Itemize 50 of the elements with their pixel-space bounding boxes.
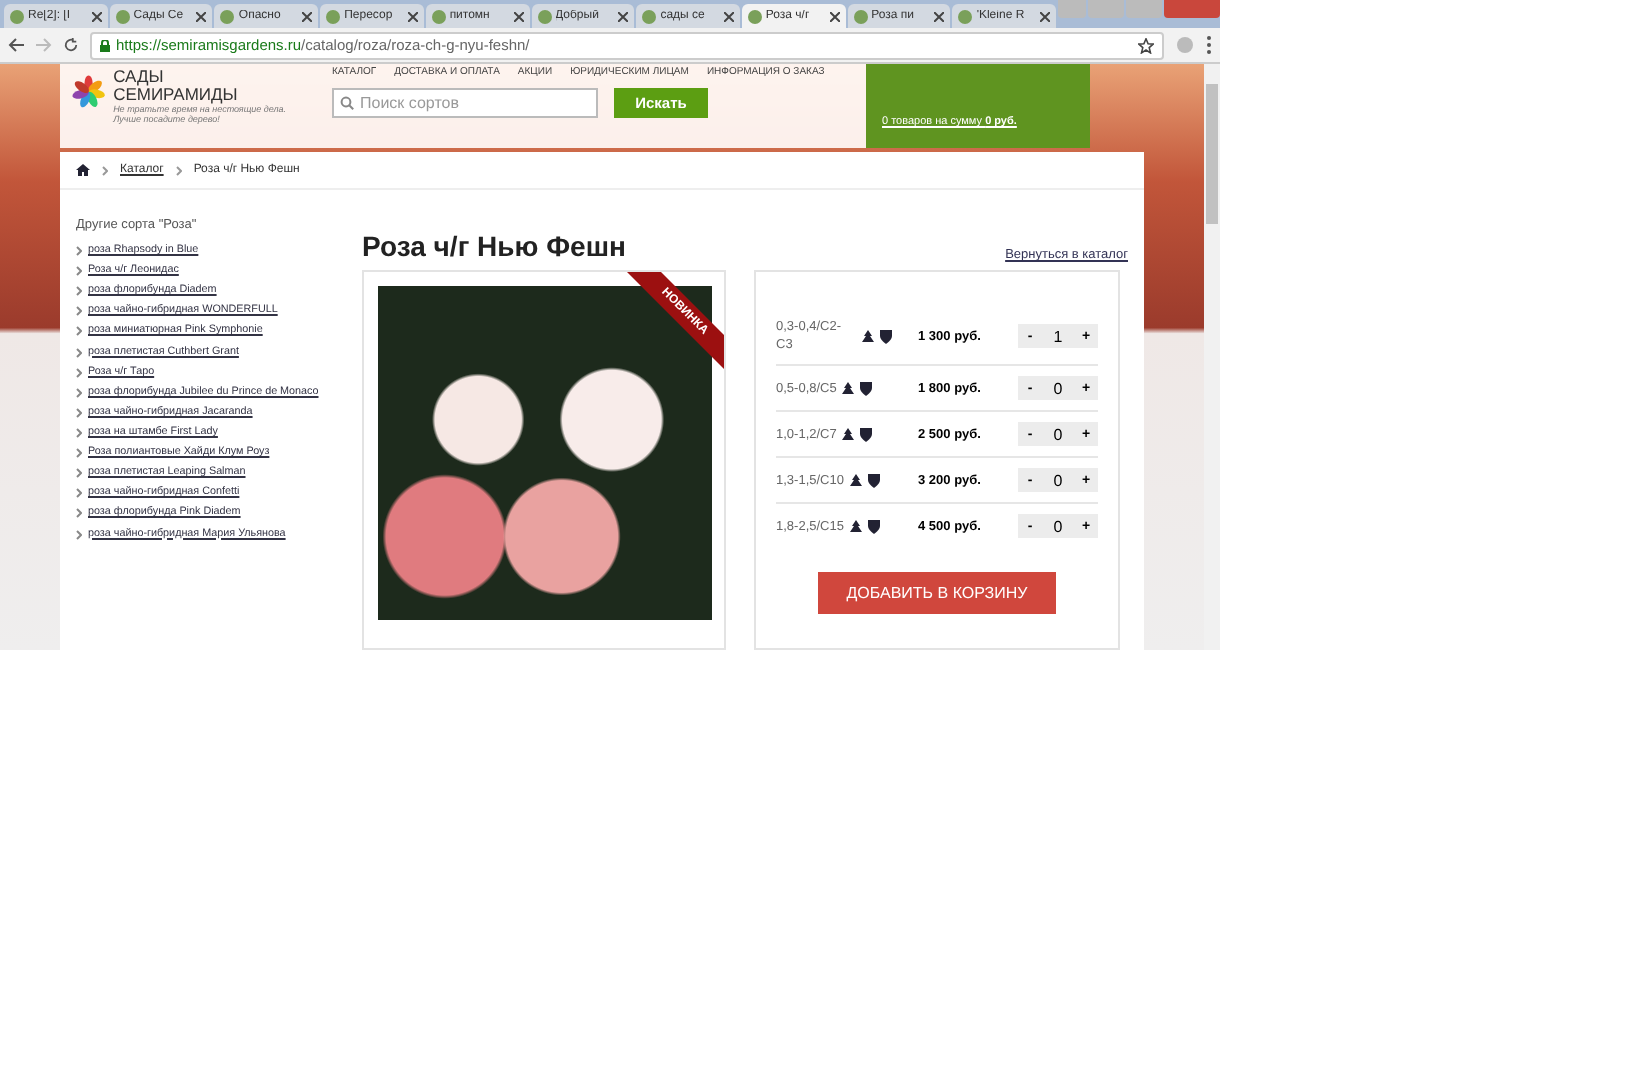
chevron-icon (175, 165, 182, 175)
logo-title: САДЫ СЕМИРАМИДЫ (113, 68, 234, 104)
tree-icon (849, 519, 862, 534)
shield-icon (867, 519, 880, 534)
close-icon[interactable] (196, 11, 207, 21)
reload-icon[interactable] (64, 38, 78, 52)
shield-icon (860, 427, 873, 442)
menu-icon[interactable] (1206, 36, 1212, 54)
close-icon[interactable] (618, 11, 629, 21)
quantity-value: 0 (1051, 379, 1065, 398)
chevron-icon (102, 165, 108, 175)
quantity-value: 1 (1051, 327, 1065, 346)
add-to-cart-button[interactable]: ДОБАВИТЬ В КОРЗИНУ (818, 572, 1056, 615)
scrollbar[interactable] (1204, 64, 1220, 650)
quantity-value: 0 (1051, 425, 1065, 444)
tree-icon (842, 427, 855, 442)
shield-icon (860, 381, 873, 396)
tree-icon (842, 381, 855, 396)
favicon-icon (958, 9, 973, 23)
favicon-icon (747, 9, 762, 23)
home-icon[interactable] (76, 164, 90, 176)
tree-icon (849, 473, 862, 488)
close-icon[interactable] (91, 11, 102, 21)
close-icon[interactable] (513, 11, 524, 21)
search-icon (340, 96, 354, 110)
close-icon[interactable] (302, 11, 313, 21)
favicon-icon (326, 9, 341, 23)
lock-icon (100, 39, 110, 51)
close-icon[interactable] (829, 11, 840, 21)
back-arrow-icon[interactable] (8, 38, 24, 52)
scrollbar-thumb[interactable] (1206, 84, 1218, 224)
close-icon[interactable] (1040, 11, 1051, 21)
close-icon[interactable] (934, 11, 945, 21)
favicon-icon (537, 9, 552, 23)
star-icon[interactable] (1138, 37, 1154, 53)
favicon-icon (10, 9, 24, 23)
product-title: Роза ч/г Нью Фешн (362, 230, 626, 262)
favicon-icon (431, 9, 446, 23)
tree-icon (862, 329, 874, 344)
shield-icon (880, 329, 892, 344)
favicon-icon (115, 9, 130, 23)
quantity-value: 0 (1051, 471, 1065, 490)
favicon-icon (853, 9, 868, 23)
close-icon[interactable] (723, 11, 734, 21)
search-field[interactable]: Поиск сортов (332, 88, 598, 118)
favicon-icon (642, 9, 657, 23)
close-icon[interactable] (407, 11, 418, 21)
quantity-value: 0 (1051, 517, 1065, 536)
favicon-icon (220, 9, 235, 23)
shield-icon (867, 473, 880, 488)
